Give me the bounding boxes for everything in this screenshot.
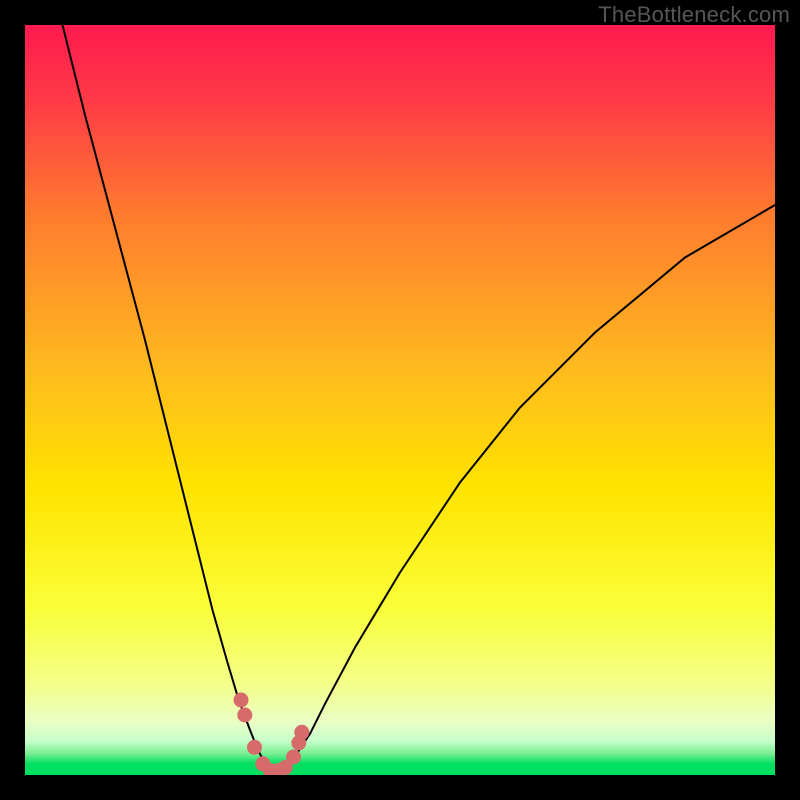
watermark-label: TheBottleneck.com	[598, 2, 790, 28]
curve-marker	[286, 750, 301, 765]
chart-frame	[25, 25, 775, 775]
bottleneck-chart	[25, 25, 775, 775]
curve-marker	[237, 708, 252, 723]
curve-marker	[247, 740, 262, 755]
curve-marker	[294, 725, 309, 740]
gradient-background	[25, 25, 775, 775]
curve-marker	[234, 693, 249, 708]
